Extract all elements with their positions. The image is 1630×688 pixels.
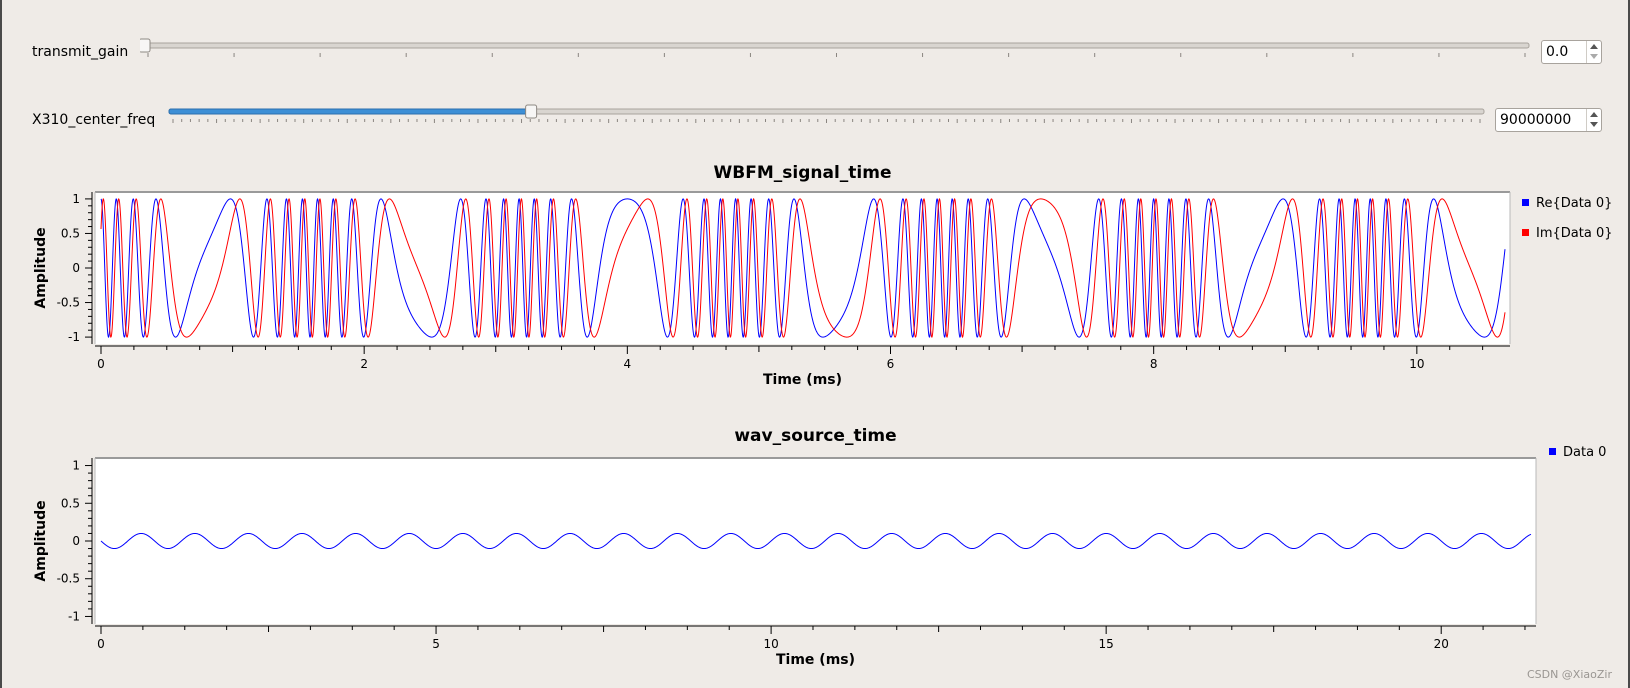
center-freq-stepper[interactable]: [1586, 109, 1601, 131]
slider-handle: [525, 104, 538, 119]
transmit-gain-spinbox[interactable]: 0.0: [1541, 40, 1602, 64]
increment-arrow-icon[interactable]: [1590, 112, 1598, 117]
legend-label: Re{Data 0}: [1536, 196, 1612, 211]
slider-handle: [140, 38, 151, 53]
legend-swatch: [1549, 448, 1556, 455]
transmit-gain-slider[interactable]: [140, 36, 1535, 62]
transmit-gain-stepper[interactable]: [1586, 41, 1601, 63]
y-tick-label: -0.5: [57, 572, 80, 586]
y-tick-label: -1: [68, 609, 80, 623]
y-tick-label: -1: [68, 330, 80, 344]
legend-swatch: [1522, 199, 1529, 206]
x-tick-label: 2: [360, 357, 368, 371]
x-tick-label: 5: [432, 637, 440, 651]
transmit-gain-value: 0.0: [1546, 44, 1569, 60]
y-tick-label: 0: [72, 261, 80, 275]
wav-source-time-plot[interactable]: wav_source_time 1 0.5 0 -0.5 -1 Amplitude 0 5 10 1…: [0, 424, 1630, 674]
x-tick-label: 10: [1409, 357, 1424, 371]
plot-canvas: [95, 458, 1536, 624]
x-axis-title: Time (ms): [763, 372, 842, 388]
x-tick-label: 10: [763, 637, 778, 651]
slider-fill: [168, 108, 532, 115]
decrement-arrow-icon[interactable]: [1590, 54, 1598, 59]
decrement-arrow-icon[interactable]: [1590, 122, 1598, 127]
legend-label: Im{Data 0}: [1536, 226, 1612, 241]
legend-swatch: [1522, 229, 1529, 236]
x-axis-title: Time (ms): [776, 652, 855, 668]
center-freq-slider[interactable]: [165, 103, 1490, 133]
x-tick-label: 4: [624, 357, 632, 371]
transmit-gain-label: transmit_gain: [32, 44, 129, 60]
plot-title: WBFM_signal_time: [714, 163, 892, 183]
y-tick-label: 1: [72, 192, 80, 206]
y-axis-title: Amplitude: [33, 227, 49, 308]
center-freq-spinbox[interactable]: 90000000: [1495, 108, 1602, 132]
plot-title: wav_source_time: [734, 426, 896, 446]
x-tick-label: 20: [1434, 637, 1449, 651]
x-tick-label: 0: [97, 357, 105, 371]
center-freq-value: 90000000: [1500, 112, 1572, 128]
increment-arrow-icon[interactable]: [1590, 44, 1598, 49]
y-tick-label: 0.5: [61, 496, 80, 510]
x-tick-label: 6: [887, 357, 895, 371]
y-tick-label: 0: [72, 534, 80, 548]
slider-groove: [143, 42, 1530, 49]
y-tick-label: 1: [72, 459, 80, 473]
y-tick-label: -0.5: [57, 296, 80, 310]
watermark: CSDN @XiaoZir: [1526, 668, 1612, 681]
wbfm-time-plot[interactable]: WBFM_signal_time 1 0.5 0 -0.5 -1 Amplitude 0 2 4 6…: [0, 160, 1630, 415]
x-tick-label: 0: [97, 637, 105, 651]
legend-label: Data 0: [1563, 445, 1606, 460]
center-freq-label: X310_center_freq: [32, 112, 156, 128]
x-tick-label: 15: [1099, 637, 1114, 651]
x-tick-label: 8: [1150, 357, 1158, 371]
y-tick-label: 0.5: [61, 226, 80, 240]
y-axis-title: Amplitude: [33, 500, 49, 581]
